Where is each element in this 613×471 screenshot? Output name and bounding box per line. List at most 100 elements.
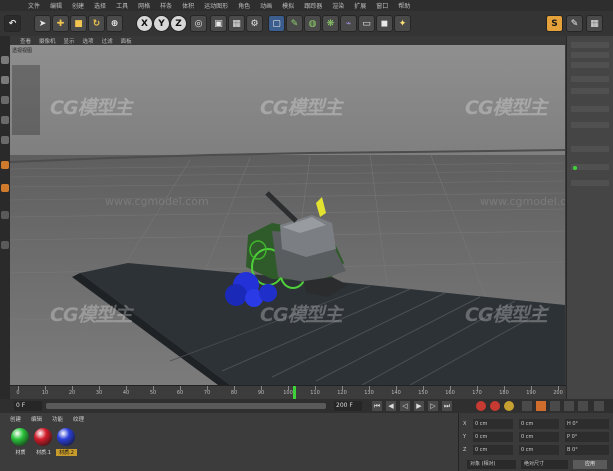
layout-s-icon[interactable]: S (546, 15, 563, 32)
axis-x-button[interactable]: X (136, 15, 153, 32)
menu-item[interactable]: 网格 (138, 1, 150, 10)
menu-item[interactable]: 工具 (116, 1, 128, 10)
viewport-menu-item[interactable]: 摄像机 (39, 37, 56, 45)
viewport-menu-item[interactable]: 过滤 (102, 37, 113, 45)
position-field[interactable]: 0 cm (473, 432, 513, 442)
material-menu-item[interactable]: 纹理 (73, 415, 84, 423)
panel-row[interactable] (571, 76, 609, 82)
scale-key-icon[interactable] (536, 401, 546, 411)
menu-item[interactable]: 选择 (94, 1, 106, 10)
menu-item[interactable]: 跟踪器 (304, 1, 322, 10)
light-icon[interactable]: ✦ (394, 15, 411, 32)
rotate-icon[interactable]: ↻ (88, 15, 105, 32)
select-arrow-icon[interactable]: ➤ (34, 15, 51, 32)
array-icon[interactable]: ❋ (322, 15, 339, 32)
viewport-menu-item[interactable]: 面板 (121, 37, 132, 45)
texture-mode-icon[interactable] (1, 76, 9, 84)
render-settings-icon[interactable]: ⚙ (246, 15, 263, 32)
rotation-field[interactable]: P 0° (565, 432, 609, 442)
material-swatch[interactable]: 材质.1 (33, 427, 54, 465)
workplane-icon[interactable] (1, 211, 9, 219)
menu-item[interactable]: 模拟 (282, 1, 294, 10)
auto-key-icon[interactable] (490, 401, 500, 411)
lock-workplane-icon[interactable] (1, 241, 9, 249)
param-key-icon[interactable] (564, 401, 574, 411)
perspective-viewport[interactable]: 透视视图 CG模型主 CG模型主 CG模型主 CG模型主 CG模型主 CG模型主… (10, 45, 565, 385)
menu-item[interactable]: 样条 (160, 1, 172, 10)
viewport-menu-item[interactable]: 显示 (64, 37, 75, 45)
cube-icon[interactable]: ▢ (268, 15, 285, 32)
go-to-start-icon[interactable]: ⏮ (372, 401, 382, 411)
rotation-key-icon[interactable] (550, 401, 560, 411)
subdivision-icon[interactable]: ◍ (304, 15, 321, 32)
menu-item[interactable]: 渲染 (332, 1, 344, 10)
position-key-icon[interactable] (522, 401, 532, 411)
material-menu-item[interactable]: 创建 (10, 415, 21, 423)
camera-icon[interactable]: ◼ (376, 15, 393, 32)
rotation-field[interactable]: H 0° (565, 419, 609, 429)
recent-tool-icon[interactable]: ⊕ (106, 15, 123, 32)
menu-item[interactable]: 运动图形 (204, 1, 228, 10)
size-mode-dropdown[interactable]: 绝对尺寸 (521, 460, 568, 469)
panel-row[interactable] (571, 42, 609, 48)
size-field[interactable]: 0 cm (519, 419, 559, 429)
deformer-icon[interactable]: ⌁ (340, 15, 357, 32)
enable-axis-icon[interactable] (1, 161, 9, 169)
keyframe-selection-icon[interactable] (504, 401, 514, 411)
snap-icon[interactable] (1, 184, 9, 192)
pla-key-icon[interactable] (578, 401, 588, 411)
floor-icon[interactable]: ▭ (358, 15, 375, 32)
menu-item[interactable]: 窗口 (376, 1, 388, 10)
panel-row[interactable] (571, 88, 609, 94)
play-icon[interactable]: ▶ (414, 401, 424, 411)
material-menu-item[interactable]: 编辑 (31, 415, 42, 423)
viewport-menu-item[interactable]: 查看 (20, 37, 31, 45)
menu-item[interactable]: 帮助 (398, 1, 410, 10)
rotation-field[interactable]: B 0° (565, 445, 609, 455)
record-icon[interactable] (476, 401, 486, 411)
viewport-menu-item[interactable]: 选项 (83, 37, 94, 45)
next-frame-icon[interactable]: ▷ (428, 401, 438, 411)
size-field[interactable]: 0 cm (519, 432, 559, 442)
menu-item[interactable]: 体积 (182, 1, 194, 10)
timeline-ruler[interactable]: 0 10 20 30 40 50 60 70 80 90 100 110 120 130 140 150 160… (10, 385, 566, 400)
go-to-end-icon[interactable]: ⏭ (442, 401, 452, 411)
prev-key-icon[interactable]: ◀ (386, 401, 396, 411)
prev-frame-icon[interactable]: ◁ (400, 401, 410, 411)
pen-spline-icon[interactable]: ✎ (286, 15, 303, 32)
menu-item[interactable]: 动画 (260, 1, 272, 10)
position-field[interactable]: 0 cm (473, 445, 513, 455)
coordinate-system-icon[interactable]: ◎ (190, 15, 207, 32)
render-view-icon[interactable]: ▣ (210, 15, 227, 32)
material-swatch[interactable]: 材质 (10, 427, 31, 465)
layout-grid-icon[interactable]: ▦ (586, 15, 603, 32)
coordinate-mode-dropdown[interactable]: 对象 (相对) (467, 460, 516, 469)
scale-icon[interactable]: ■ (70, 15, 87, 32)
panel-row[interactable] (571, 62, 609, 68)
panel-row[interactable] (571, 52, 609, 58)
panel-row[interactable] (571, 180, 609, 186)
time-range-slider[interactable] (46, 403, 326, 409)
playhead[interactable] (293, 386, 296, 400)
panel-row[interactable] (571, 122, 609, 128)
timeline-menu-icon[interactable] (594, 401, 604, 411)
model-mode-icon[interactable] (1, 56, 9, 64)
menu-item[interactable]: 角色 (238, 1, 250, 10)
menu-item[interactable]: 扩展 (354, 1, 366, 10)
apply-button[interactable]: 应用 (573, 460, 607, 469)
edges-mode-icon[interactable] (1, 116, 9, 124)
points-mode-icon[interactable] (1, 96, 9, 104)
axis-y-button[interactable]: Y (153, 15, 170, 32)
polygons-mode-icon[interactable] (1, 136, 9, 144)
move-icon[interactable]: ✚ (52, 15, 69, 32)
edit-render-icon[interactable]: ✎ (566, 15, 583, 32)
material-swatch[interactable]: 材质.2 (56, 427, 77, 465)
render-picture-viewer-icon[interactable]: ▦ (228, 15, 245, 32)
current-frame-field[interactable]: 0 F (14, 401, 42, 411)
menu-item[interactable]: 编辑 (50, 1, 62, 10)
position-field[interactable]: 0 cm (473, 419, 513, 429)
axis-z-button[interactable]: Z (170, 15, 187, 32)
undo-icon[interactable]: ↶ (4, 15, 21, 32)
end-frame-field[interactable]: 200 F (334, 401, 362, 411)
menu-item[interactable]: 文件 (28, 1, 40, 10)
